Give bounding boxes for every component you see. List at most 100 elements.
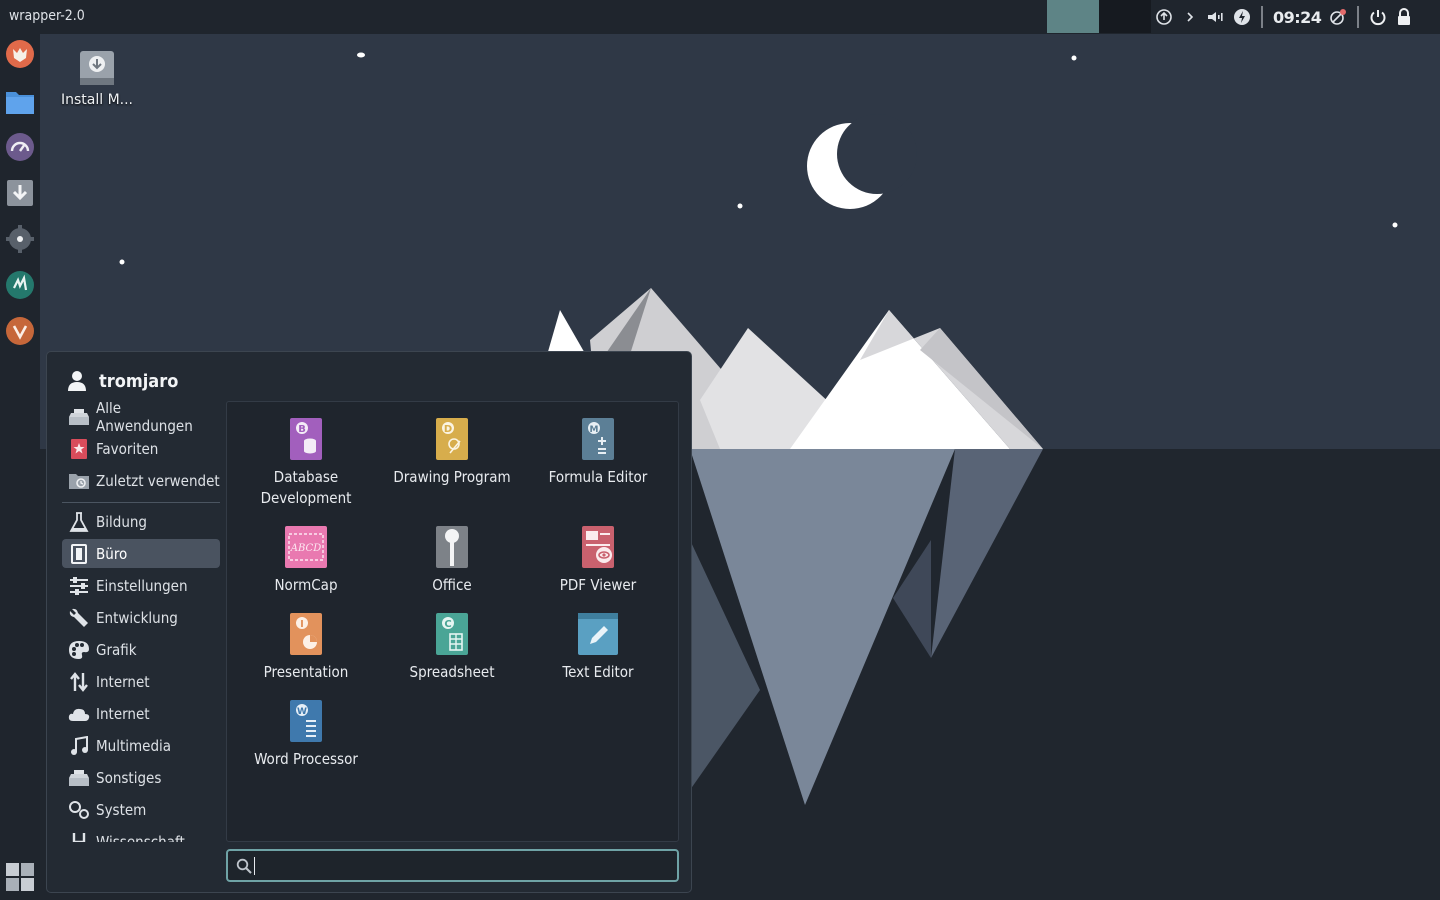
category-all-apps[interactable]: Alle Anwendungen xyxy=(62,402,220,435)
category-label: Zuletzt verwendet xyxy=(96,471,220,490)
wrench-icon xyxy=(68,607,90,629)
category-label: Internet xyxy=(96,704,150,723)
search-icon xyxy=(236,858,252,874)
category-label: Büro xyxy=(96,544,128,563)
power-icon[interactable] xyxy=(1365,0,1391,34)
category-internet[interactable]: Internet xyxy=(62,667,220,696)
app-text-editor[interactable]: Text Editor xyxy=(525,612,671,683)
app-word-processor[interactable]: W Word Processor xyxy=(233,699,379,770)
volume-icon[interactable] xyxy=(1203,0,1229,34)
svg-text:M: M xyxy=(590,425,599,435)
category-label: Entwicklung xyxy=(96,608,178,627)
app-label: Presentation xyxy=(263,663,349,681)
app-grid-icon[interactable] xyxy=(5,862,35,892)
menu-user[interactable]: tromjaro xyxy=(67,370,178,392)
app-pdf-viewer[interactable]: PDF Viewer xyxy=(525,525,671,596)
install-drive-icon xyxy=(80,51,114,85)
lock-icon[interactable] xyxy=(1391,0,1417,34)
system-monitor-icon[interactable] xyxy=(4,131,36,163)
desktop-icon-label: Install M... xyxy=(60,92,134,108)
chevron-right-icon[interactable] xyxy=(1177,0,1203,34)
science-icon xyxy=(68,831,90,842)
drawing-icon: D xyxy=(436,418,468,460)
category-wissenschaft[interactable]: Wissenschaft xyxy=(62,827,220,842)
category-favorites[interactable]: Favoriten xyxy=(62,434,220,463)
user-icon xyxy=(68,371,86,391)
app-label: PDF Viewer xyxy=(559,576,637,594)
taskbar-window-button[interactable] xyxy=(1047,0,1099,33)
gears-icon xyxy=(68,799,90,821)
text-editor-icon xyxy=(578,613,618,655)
category-buero[interactable]: Büro xyxy=(62,539,220,568)
normcap-icon: ABCD xyxy=(285,526,327,568)
category-label: Wissenschaft xyxy=(96,832,185,843)
system-tray: 09:24 xyxy=(1151,0,1417,34)
apps-panel: B Database Development D Drawing Program… xyxy=(226,401,679,842)
firefox-icon[interactable] xyxy=(4,38,36,70)
power-manager-icon[interactable] xyxy=(1229,0,1255,34)
svg-text:B: B xyxy=(298,424,306,435)
category-recent[interactable]: Zuletzt verwendet xyxy=(62,466,220,495)
category-label: Alle Anwendungen xyxy=(96,402,193,435)
clock[interactable]: 09:24 xyxy=(1273,8,1322,27)
sliders-icon xyxy=(68,575,90,597)
app-label: Word Processor xyxy=(254,750,358,768)
category-separator xyxy=(62,502,220,503)
taskbar-window-button-2[interactable] xyxy=(1099,0,1151,33)
category-internet-cloud[interactable]: Internet xyxy=(62,699,220,728)
svg-text:ABCD: ABCD xyxy=(290,543,321,554)
word-processor-icon: W xyxy=(290,700,322,742)
svg-text:W: W xyxy=(297,707,307,717)
pdf-viewer-icon xyxy=(582,526,614,568)
tray-separator xyxy=(1261,6,1263,28)
category-sonstiges[interactable]: Sonstiges xyxy=(62,763,220,792)
category-bildung[interactable]: Bildung xyxy=(62,507,220,536)
category-label: Einstellungen xyxy=(96,576,188,595)
category-einstellungen[interactable]: Einstellungen xyxy=(62,571,220,600)
misc-stack-icon xyxy=(68,767,90,789)
desktop-icon-install[interactable]: Install M... xyxy=(52,48,142,108)
app-presentation[interactable]: I Presentation xyxy=(233,612,379,683)
download-icon[interactable] xyxy=(4,177,36,209)
category-label: Multimedia xyxy=(96,736,172,755)
app-normcap[interactable]: ABCD NormCap xyxy=(233,525,379,596)
top-panel: wrapper-2.0 09:24 xyxy=(0,0,1440,34)
file-manager-icon[interactable] xyxy=(4,86,36,118)
category-label: Grafik xyxy=(96,640,137,659)
app-label: Text Editor xyxy=(562,663,634,681)
notification-icon[interactable] xyxy=(1325,0,1351,34)
app-label: Formula Editor xyxy=(548,468,648,486)
favorites-star-icon xyxy=(68,438,90,460)
category-multimedia[interactable]: Multimedia xyxy=(62,731,220,760)
app-drawing-program[interactable]: D Drawing Program xyxy=(379,417,525,488)
search-input[interactable] xyxy=(263,855,667,876)
category-label: System xyxy=(96,800,147,819)
app-label: NormCap xyxy=(274,576,338,594)
formula-icon: M xyxy=(582,418,614,460)
app-office[interactable]: Office xyxy=(379,525,525,596)
search-box[interactable] xyxy=(226,849,679,882)
app-label: Database Development xyxy=(260,468,352,507)
tray-separator-2 xyxy=(1357,6,1360,28)
category-list: Alle Anwendungen Favoriten Zuletzt verwe… xyxy=(62,402,222,842)
settings-gear-icon[interactable] xyxy=(4,223,36,255)
window-title: wrapper-2.0 xyxy=(9,8,85,24)
app-spreadsheet[interactable]: C Spreadsheet xyxy=(379,612,525,683)
category-label: Sonstiges xyxy=(96,768,162,787)
update-icon[interactable] xyxy=(1151,0,1177,34)
category-entwicklung[interactable]: Entwicklung xyxy=(62,603,220,632)
flask-icon xyxy=(68,511,90,533)
svg-text:D: D xyxy=(444,424,452,435)
vivaldi-icon[interactable] xyxy=(4,315,36,347)
app-database-development[interactable]: B Database Development xyxy=(233,417,379,509)
svg-text:I: I xyxy=(300,619,304,630)
music-note-icon xyxy=(68,735,90,757)
cursor-app-icon[interactable] xyxy=(4,269,36,301)
apps-stack-icon xyxy=(68,406,90,428)
category-grafik[interactable]: Grafik xyxy=(62,635,220,664)
text-caret xyxy=(254,856,255,875)
cloud-icon xyxy=(68,703,90,725)
category-label: Bildung xyxy=(96,512,148,531)
app-formula-editor[interactable]: M Formula Editor xyxy=(525,417,671,488)
category-system[interactable]: System xyxy=(62,795,220,824)
